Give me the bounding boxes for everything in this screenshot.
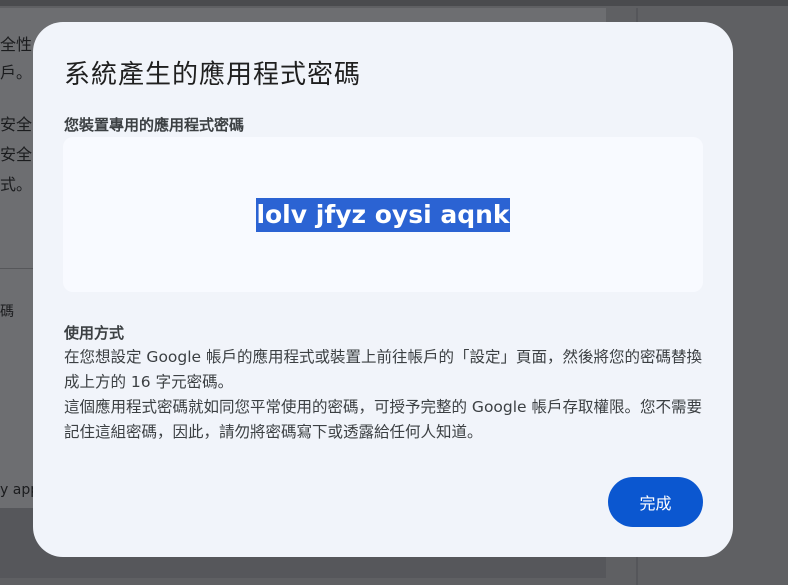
background-text-line: 全性 [0,35,33,54]
usage-paragraph: 這個應用程式密碼就如同您平常使用的密碼，可授予完整的 Google 帳戶存取權限… [64,398,703,441]
usage-instructions: 在您想設定 Google 帳戶的應用程式或裝置上前往帳戶的「設定」頁面，然後將您… [64,345,704,445]
generated-password[interactable]: lolv jfyz oysi aqnk [256,197,510,232]
password-box: lolv jfyz oysi aqnk [63,137,703,292]
dialog-title: 系統產生的應用程式密碼 [64,60,362,90]
background-text-line: 安全 [0,145,33,164]
background-text-line: 戶。 [0,63,33,82]
background-text-line: 安全 [0,115,33,134]
usage-heading: 使用方式 [64,324,125,342]
background-text-line: 式。 [0,175,33,194]
background-top-bar [0,0,788,6]
app-password-dialog: 系統產生的應用程式密碼 您裝置專用的應用程式密碼 lolv jfyz oysi … [33,22,733,557]
password-label: 您裝置專用的應用程式密碼 [64,116,245,134]
usage-paragraph: 在您想設定 Google 帳戶的應用程式或裝置上前往帳戶的「設定」頁面，然後將您… [64,348,703,391]
done-button[interactable]: 完成 [608,477,703,527]
background-row-label: 碼 [0,304,14,320]
